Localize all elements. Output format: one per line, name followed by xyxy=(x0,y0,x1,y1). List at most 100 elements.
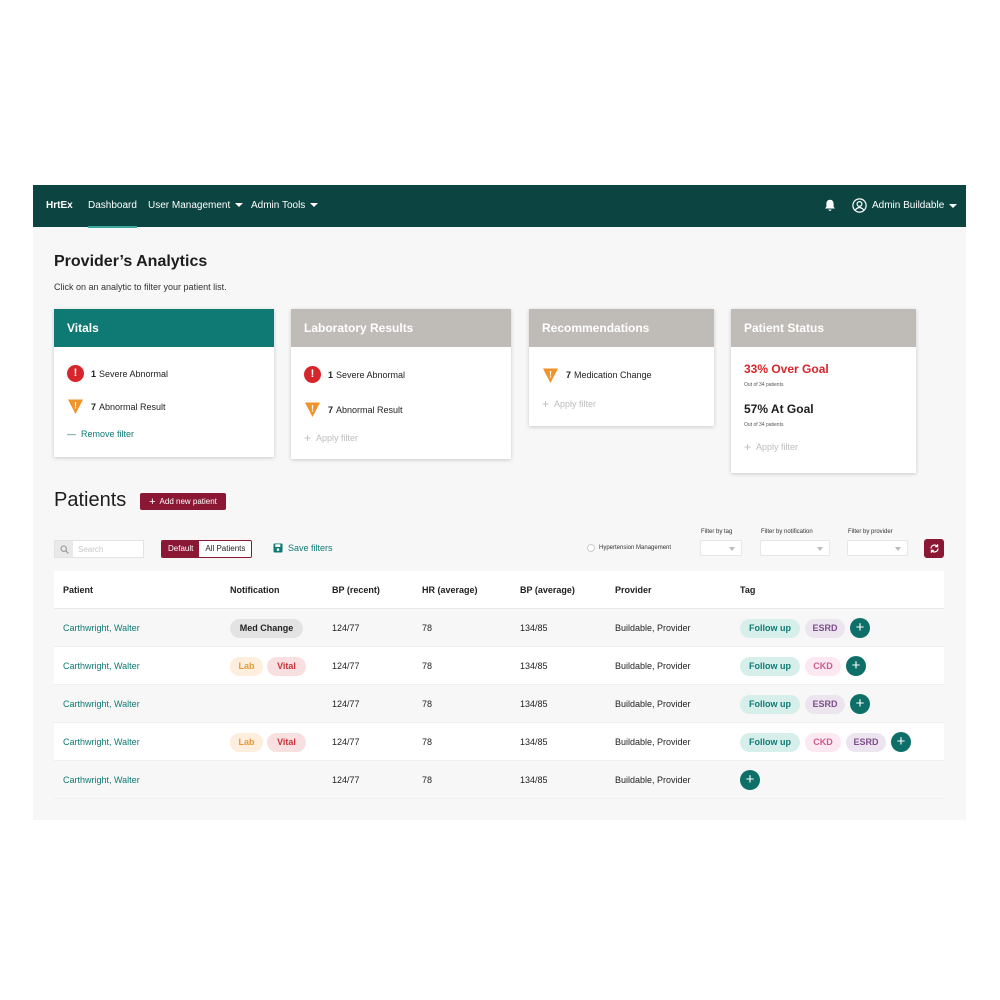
checkbox-box[interactable] xyxy=(587,544,595,552)
notification-badge-lab[interactable]: Lab xyxy=(230,657,263,676)
analytic-item-abnormal-result[interactable]: ! 7 Abnormal Result xyxy=(67,390,261,423)
analytics-card-laboratory[interactable]: Laboratory Results ! 1 Severe Abnormal ! … xyxy=(291,309,511,459)
refresh-button[interactable] xyxy=(924,539,944,558)
search-input[interactable]: Search xyxy=(54,540,144,558)
brand-logo[interactable]: HrtEx xyxy=(46,200,73,211)
apply-filter-link[interactable]: + Apply filter xyxy=(542,393,701,415)
bell-icon[interactable] xyxy=(824,199,836,212)
patients-title: Patients xyxy=(54,489,127,511)
apply-filter-label: Apply filter xyxy=(554,399,597,409)
analytic-count: 1 xyxy=(328,369,334,380)
remove-filter-link[interactable]: — Remove filter xyxy=(67,423,261,445)
nav-user-management[interactable]: User Management xyxy=(148,200,244,211)
bp-recent-value: 124/77 xyxy=(332,775,360,785)
notification-badge-vital[interactable]: Vital xyxy=(267,733,306,752)
bp-recent-value: 124/77 xyxy=(332,699,360,709)
patient-name-link[interactable]: Carthwright, Walter xyxy=(63,737,140,747)
table-row[interactable]: Carthwright, Walter 124/77 78 134/85 Bui… xyxy=(54,685,944,723)
analytics-card-recommendations[interactable]: Recommendations ! 7 Medication Change + Ap… xyxy=(529,309,714,426)
analytics-card-vitals[interactable]: Vitals ! 1 Severe Abnormal ! 7 Abnormal Re… xyxy=(54,309,274,457)
apply-filter-link[interactable]: + Apply filter xyxy=(304,427,498,449)
notification-badge-lab[interactable]: Lab xyxy=(230,733,263,752)
col-tag[interactable]: Tag xyxy=(740,585,755,595)
filter-by-tag-select[interactable] xyxy=(700,540,742,556)
table-row[interactable]: Carthwright, Walter Lab Vital 124/77 78 … xyxy=(54,647,944,685)
analytic-label: Abnormal Result xyxy=(99,401,166,412)
bp-recent-value: 124/77 xyxy=(332,623,360,633)
tag-follow-up[interactable]: Follow up xyxy=(740,619,800,638)
user-avatar-icon xyxy=(852,198,867,213)
col-bp-average[interactable]: BP (average) xyxy=(520,585,575,595)
apply-filter-link[interactable]: + Apply filter xyxy=(744,436,903,458)
segment-all-patients[interactable]: All Patients xyxy=(199,541,252,557)
add-tag-button[interactable]: + xyxy=(740,770,760,790)
analytic-item-severe-abnormal[interactable]: ! 1 Severe Abnormal xyxy=(67,357,261,390)
user-menu[interactable]: Admin Buildable xyxy=(852,198,958,213)
add-tag-button[interactable]: + xyxy=(891,732,911,752)
nav-admin-tools[interactable]: Admin Tools xyxy=(251,200,319,211)
col-bp-recent[interactable]: BP (recent) xyxy=(332,585,380,595)
stat-value: 57% At Goal xyxy=(744,402,814,416)
col-hr-average[interactable]: HR (average) xyxy=(422,585,478,595)
plus-icon: + xyxy=(744,440,752,454)
notification-badge-vital[interactable]: Vital xyxy=(267,657,306,676)
bp-average-value: 134/85 xyxy=(520,661,548,671)
tag-esrd[interactable]: ESRD xyxy=(805,695,845,714)
notification-badge-med-change[interactable]: Med Change xyxy=(230,619,303,638)
bp-recent-value: 124/77 xyxy=(332,737,360,747)
apply-filter-label: Apply filter xyxy=(316,433,359,443)
add-tag-button[interactable]: + xyxy=(850,618,870,638)
add-new-patient-button[interactable]: + Add new patient xyxy=(140,493,226,510)
plus-icon: + xyxy=(304,431,312,445)
provider-value: Buildable, Provider xyxy=(615,737,691,747)
tag-ckd[interactable]: CKD xyxy=(805,657,841,676)
analytic-item-severe-abnormal[interactable]: ! 1 Severe Abnormal xyxy=(304,357,498,392)
segment-default[interactable]: Default xyxy=(162,541,200,557)
analytics-subtitle: Click on an analytic to filter your pati… xyxy=(54,282,227,292)
table-header: Patient Notification BP (recent) HR (ave… xyxy=(54,571,944,609)
analytic-count: 7 xyxy=(328,404,334,415)
table-row[interactable]: Carthwright, Walter Lab Vital 124/77 78 … xyxy=(54,723,944,761)
tag-follow-up[interactable]: Follow up xyxy=(740,695,800,714)
plus-icon: + xyxy=(542,397,550,411)
refresh-icon xyxy=(929,544,939,553)
hypertension-management-checkbox[interactable]: Hypertension Management xyxy=(587,544,671,552)
tag-esrd[interactable]: ESRD xyxy=(805,619,845,638)
stat-at-goal[interactable]: 57% At Goal Out of 34 patients xyxy=(744,402,903,428)
nav-admin-tools-label: Admin Tools xyxy=(251,200,306,211)
bp-average-value: 134/85 xyxy=(520,623,548,633)
tag-follow-up[interactable]: Follow up xyxy=(740,657,800,676)
table-row[interactable]: Carthwright, Walter 124/77 78 134/85 Bui… xyxy=(54,761,944,799)
patient-name-link[interactable]: Carthwright, Walter xyxy=(63,661,140,671)
add-tag-button[interactable]: + xyxy=(846,656,866,676)
chevron-down-icon xyxy=(235,203,244,207)
patient-name-link[interactable]: Carthwright, Walter xyxy=(63,623,140,633)
hr-average-value: 78 xyxy=(422,623,433,633)
patient-name-link[interactable]: Carthwright, Walter xyxy=(63,775,140,785)
apply-filter-label: Apply filter xyxy=(756,442,799,452)
analytic-item-abnormal-result[interactable]: ! 7 Abnormal Result xyxy=(304,392,498,427)
nav-dashboard[interactable]: Dashboard xyxy=(88,200,137,228)
filter-by-provider-select[interactable] xyxy=(847,540,908,556)
patient-scope-toggle[interactable]: Default All Patients xyxy=(161,540,253,558)
tag-esrd[interactable]: ESRD xyxy=(846,733,886,752)
error-icon: ! xyxy=(67,365,84,382)
table-row[interactable]: Carthwright, Walter Med Change 124/77 78… xyxy=(54,609,944,647)
analytics-card-patient-status[interactable]: Patient Status 33% Over Goal Out of 34 p… xyxy=(731,309,916,473)
minus-icon: — xyxy=(67,429,76,439)
add-tag-button[interactable]: + xyxy=(850,694,870,714)
filter-by-notification-label: Filter by notification xyxy=(761,529,813,535)
search-icon xyxy=(55,541,73,557)
col-patient[interactable]: Patient xyxy=(63,585,93,595)
col-provider[interactable]: Provider xyxy=(615,585,652,595)
chevron-down-icon xyxy=(310,203,319,207)
col-notification[interactable]: Notification xyxy=(230,585,280,595)
tag-ckd[interactable]: CKD xyxy=(805,733,841,752)
analytic-item-medication-change[interactable]: ! 7 Medication Change xyxy=(542,357,701,393)
tag-follow-up[interactable]: Follow up xyxy=(740,733,800,752)
save-filters-button[interactable]: Save filters xyxy=(273,543,333,553)
stat-over-goal[interactable]: 33% Over Goal Out of 34 patients xyxy=(744,362,903,388)
patient-name-link[interactable]: Carthwright, Walter xyxy=(63,699,140,709)
filter-by-notification-select[interactable] xyxy=(760,540,830,556)
hr-average-value: 78 xyxy=(422,699,433,709)
